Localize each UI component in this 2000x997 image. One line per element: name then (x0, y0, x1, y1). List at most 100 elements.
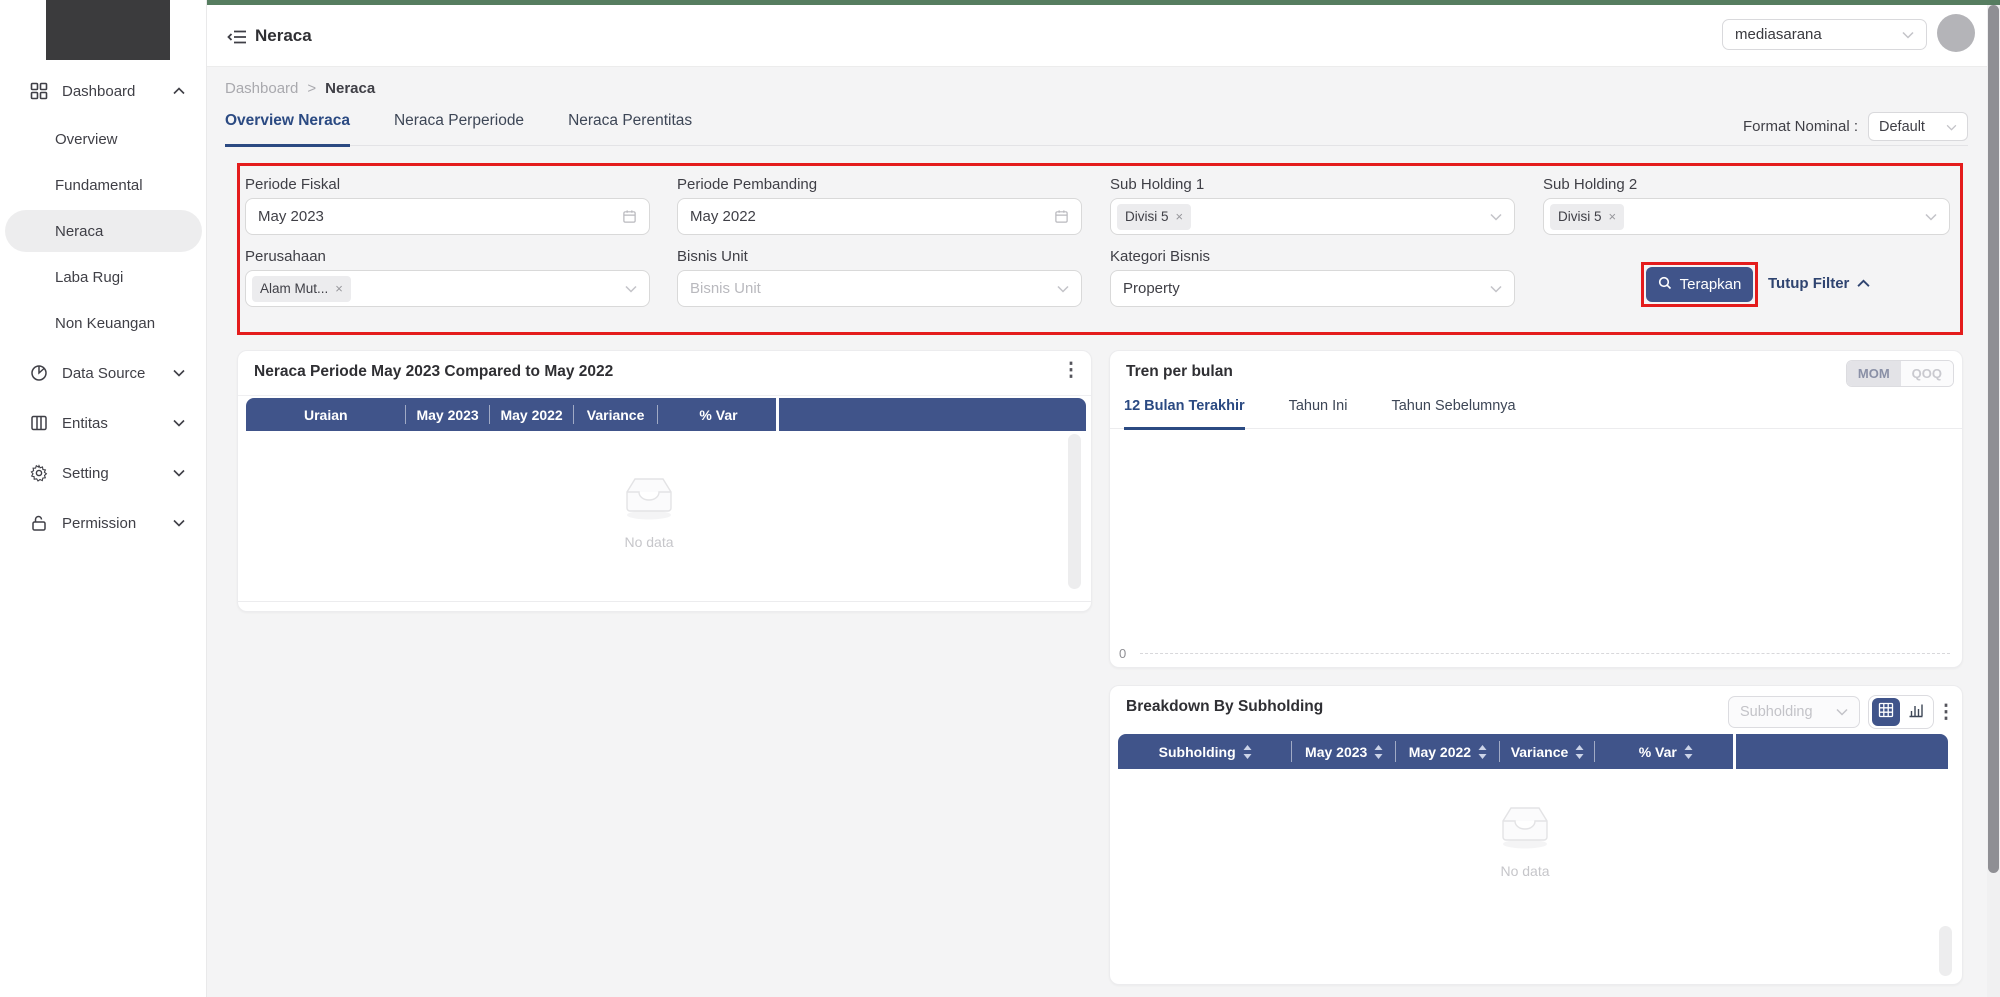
bisnis-unit-placeholder: Bisnis Unit (690, 280, 761, 297)
table-view-button[interactable] (1872, 698, 1900, 726)
breakdown-table-header: Subholding May 2023 May 2022 Variance % … (1118, 734, 1948, 769)
column-header-variance[interactable]: Variance (574, 398, 658, 431)
tab-12-bulan-terakhir[interactable]: 12 Bulan Terakhir (1124, 395, 1245, 428)
sub-holding-2-select[interactable]: Divisi 5 × (1543, 198, 1950, 235)
periode-fiskal-input[interactable]: May 2023 (245, 198, 650, 235)
column-header-pct-var[interactable]: % Var (1595, 734, 1736, 769)
breadcrumb-parent[interactable]: Dashboard (225, 80, 298, 97)
chevron-up-icon (1857, 275, 1870, 292)
terapkan-label: Terapkan (1680, 276, 1742, 293)
format-nominal-label: Format Nominal : (1743, 118, 1858, 135)
sidebar-item-permission[interactable]: Permission (0, 506, 207, 540)
divider (238, 601, 1091, 602)
periode-fiskal-label: Periode Fiskal (245, 176, 340, 193)
tren-tabs: 12 Bulan Terakhir Tahun Ini Tahun Sebelu… (1110, 395, 1962, 429)
tutup-filter-link[interactable]: Tutup Filter (1768, 275, 1870, 292)
breadcrumb-separator: > (307, 80, 316, 97)
sidebar-item-label: Dashboard (62, 83, 135, 100)
sidebar-item-neraca[interactable]: Neraca (55, 214, 195, 248)
tenant-select[interactable]: mediasarana (1722, 19, 1927, 50)
gear-icon (30, 464, 48, 482)
chevron-down-icon (1925, 213, 1937, 221)
kategori-bisnis-select[interactable]: Property (1110, 270, 1515, 307)
avatar[interactable] (1937, 14, 1975, 52)
table-scrollbar[interactable] (1068, 434, 1081, 589)
page-scrollbar[interactable] (1987, 5, 2000, 997)
chevron-up-icon (173, 87, 185, 95)
app-screen: Dashboard Overview Fundamental Neraca La… (0, 0, 2000, 997)
chevron-down-icon (173, 519, 185, 527)
breadcrumb: Dashboard > Neraca (225, 80, 375, 97)
calendar-icon (622, 209, 637, 224)
sub-holding-2-label: Sub Holding 2 (1543, 176, 1637, 193)
tab-overview-neraca[interactable]: Overview Neraca (225, 112, 350, 145)
column-header-pct-var[interactable]: % Var (658, 398, 780, 431)
bisnis-unit-select[interactable]: Bisnis Unit (677, 270, 1082, 307)
chevron-down-icon (1946, 119, 1957, 135)
kebab-menu-icon[interactable]: ⋮ (1061, 361, 1081, 380)
perusahaan-select[interactable]: Alam Mut... × (245, 270, 650, 307)
x-icon[interactable]: × (1176, 209, 1184, 224)
sidebar-item-label: Permission (62, 515, 136, 532)
menu-fold-icon[interactable] (227, 28, 247, 51)
tenant-select-value: mediasarana (1735, 26, 1822, 43)
format-nominal: Format Nominal : Default (1743, 112, 1968, 141)
sidebar-item-data-source[interactable]: Data Source (0, 356, 207, 390)
sidebar: Dashboard Overview Fundamental Neraca La… (0, 0, 207, 997)
chevron-down-icon (625, 285, 637, 293)
calendar-icon (1054, 209, 1069, 224)
columns-icon (30, 414, 48, 432)
kategori-bisnis-value: Property (1123, 280, 1180, 297)
column-header-uraian[interactable]: Uraian (246, 398, 406, 431)
sidebar-item-label: Neraca (55, 223, 103, 240)
x-icon[interactable]: × (335, 281, 343, 296)
sidebar-item-dashboard[interactable]: Dashboard (0, 74, 207, 108)
sidebar-item-laba-rugi[interactable]: Laba Rugi (55, 260, 195, 294)
sort-icon (1575, 745, 1584, 759)
chart-view-button[interactable] (1902, 698, 1930, 726)
sort-icon (1243, 745, 1252, 759)
selected-tag: Divisi 5 × (1117, 204, 1191, 230)
sidebar-item-setting[interactable]: Setting (0, 456, 207, 490)
column-header-may-2023[interactable]: May 2023 (406, 398, 490, 431)
scrollbar-thumb[interactable] (1988, 5, 1999, 873)
sidebar-item-overview[interactable]: Overview (55, 122, 195, 156)
sort-icon (1374, 745, 1383, 759)
inbox-icon (1496, 804, 1554, 855)
column-header-variance[interactable]: Variance (1500, 734, 1595, 769)
column-header-may-2022[interactable]: May 2022 (490, 398, 574, 431)
x-icon[interactable]: × (1609, 209, 1617, 224)
column-header-may-2022[interactable]: May 2022 (1396, 734, 1500, 769)
no-data-label: No data (1500, 863, 1549, 879)
kebab-menu-icon[interactable]: ⋮ (1936, 703, 1956, 722)
terapkan-button[interactable]: Terapkan (1646, 267, 1753, 302)
sidebar-item-entitas[interactable]: Entitas (0, 406, 207, 440)
sub-holding-1-select[interactable]: Divisi 5 × (1110, 198, 1515, 235)
sidebar-item-label: Overview (55, 131, 118, 148)
periode-pembanding-input[interactable]: May 2022 (677, 198, 1082, 235)
tab-tahun-sebelumnya[interactable]: Tahun Sebelumnya (1391, 395, 1515, 428)
sidebar-item-non-keuangan[interactable]: Non Keuangan (55, 306, 195, 340)
view-toggle-group (1868, 695, 1934, 729)
kategori-bisnis-label: Kategori Bisnis (1110, 248, 1210, 265)
column-label: % Var (1639, 744, 1677, 760)
periode-fiskal-value: May 2023 (258, 208, 324, 225)
column-header-may-2023[interactable]: May 2023 (1292, 734, 1396, 769)
table-scrollbar[interactable] (1939, 926, 1952, 976)
sidebar-item-label: Entitas (62, 415, 108, 432)
tab-neraca-perperiode[interactable]: Neraca Perperiode (394, 112, 524, 145)
page-tabs: Overview Neraca Neraca Perperiode Neraca… (225, 112, 1968, 146)
subholding-select[interactable]: Subholding (1728, 696, 1860, 728)
tab-neraca-perentitas[interactable]: Neraca Perentitas (568, 112, 692, 145)
neraca-table-card: Neraca Periode May 2023 Compared to May … (237, 350, 1092, 612)
tab-tahun-ini[interactable]: Tahun Ini (1289, 395, 1348, 428)
lock-icon (30, 514, 48, 532)
format-nominal-select[interactable]: Default (1868, 112, 1968, 141)
pie-chart-icon (30, 364, 48, 382)
mom-toggle-button[interactable]: MOM (1847, 361, 1901, 386)
sidebar-item-fundamental[interactable]: Fundamental (55, 168, 195, 202)
tren-card-title: Tren per bulan (1126, 363, 1233, 381)
app-logo (46, 0, 170, 60)
qoq-toggle-button[interactable]: QOQ (1901, 361, 1953, 386)
column-header-subholding[interactable]: Subholding (1118, 734, 1292, 769)
